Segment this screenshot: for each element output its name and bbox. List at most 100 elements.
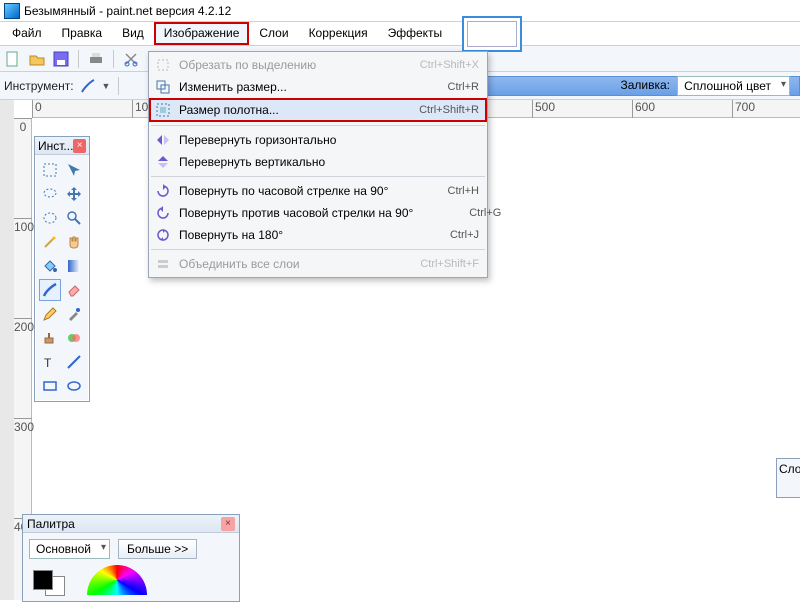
menu-item-shortcut: Ctrl+J — [399, 229, 479, 241]
tool-recolor[interactable] — [63, 327, 85, 349]
menu-item-label: Перевернуть горизонтально — [179, 133, 391, 147]
menu-item-label: Повернуть по часовой стрелке на 90° — [179, 184, 391, 198]
more-button[interactable]: Больше >> — [118, 539, 197, 559]
menu-item-rotate-ccw[interactable]: Повернуть против часовой стрелки на 90° … — [149, 202, 487, 224]
separator — [113, 50, 114, 68]
menu-separator — [151, 249, 485, 250]
layers-panel-title: Сло — [779, 462, 800, 476]
menu-file[interactable]: Файл — [2, 22, 52, 45]
tool-rectangle[interactable] — [39, 375, 61, 397]
ruler-tick: 300 — [14, 418, 32, 434]
rotate-ccw-icon — [155, 205, 171, 221]
tool-lasso[interactable] — [39, 183, 61, 205]
menu-image[interactable]: Изображение — [154, 22, 250, 45]
tools-panel-title-bar[interactable]: Инст... × — [35, 137, 89, 155]
ruler-tick: 600 — [632, 100, 655, 118]
tool-move-selection[interactable] — [63, 159, 85, 181]
primary-color-swatch[interactable] — [33, 570, 53, 590]
ruler-tick: 700 — [732, 100, 755, 118]
menu-edit[interactable]: Правка — [52, 22, 113, 45]
menu-item-shortcut: Ctrl+H — [399, 185, 479, 197]
left-edge — [0, 100, 14, 600]
menu-item-label: Размер полотна... — [179, 103, 391, 117]
ruler-tick: 0 — [32, 100, 42, 118]
palette-title-bar[interactable]: Палитра × — [23, 515, 239, 533]
close-icon[interactable]: × — [221, 517, 235, 531]
image-menu-dropdown: Обрезать по выделению Ctrl+Shift+X Измен… — [148, 51, 488, 278]
tool-ellipse[interactable] — [63, 375, 85, 397]
menu-effects[interactable]: Эффекты — [378, 22, 453, 45]
flatten-icon — [155, 256, 171, 272]
tool-bucket[interactable] — [39, 255, 61, 277]
tools-panel-title: Инст... — [38, 139, 73, 153]
title-bar: Безымянный - paint.net версия 4.2.12 — [0, 0, 800, 22]
menu-item-flatten: Объединить все слои Ctrl+Shift+F — [149, 253, 487, 275]
menu-item-label: Объединить все слои — [179, 257, 391, 271]
document-thumbnail[interactable] — [462, 16, 522, 52]
menu-separator — [151, 176, 485, 177]
tool-eraser[interactable] — [63, 279, 85, 301]
cut-icon[interactable] — [122, 50, 140, 68]
tool-pan[interactable] — [63, 231, 85, 253]
tool-zoom[interactable] — [63, 207, 85, 229]
separator — [78, 50, 79, 68]
ruler-tick: 200 — [14, 318, 32, 334]
menu-item-canvas-size[interactable]: Размер полотна... Ctrl+Shift+R — [149, 98, 487, 122]
color-wheel[interactable] — [87, 565, 147, 595]
separator — [118, 77, 119, 95]
print-icon[interactable] — [87, 50, 105, 68]
rotate-cw-icon — [155, 183, 171, 199]
tools-panel: Инст... × T — [34, 136, 90, 402]
menu-correction[interactable]: Коррекция — [299, 22, 378, 45]
menu-item-shortcut: Ctrl+Shift+R — [399, 104, 479, 116]
ruler-tick: 500 — [532, 100, 555, 118]
menu-view[interactable]: Вид — [112, 22, 154, 45]
save-file-icon[interactable] — [52, 50, 70, 68]
tool-clone[interactable] — [39, 327, 61, 349]
menu-item-label: Повернуть на 180° — [179, 228, 391, 242]
tool-gradient[interactable] — [63, 255, 85, 277]
new-file-icon[interactable] — [4, 50, 22, 68]
tool-brush[interactable] — [39, 279, 61, 301]
rotate-180-icon — [155, 227, 171, 243]
menu-item-flip-horizontal[interactable]: Перевернуть горизонтально — [149, 129, 487, 151]
palette-title: Палитра — [27, 517, 75, 531]
window-title: Безымянный - paint.net версия 4.2.12 — [24, 4, 231, 18]
fill-mode-combo[interactable]: Сплошной цвет — [677, 76, 790, 96]
menu-item-shortcut: Ctrl+Shift+X — [399, 59, 479, 71]
tool-text[interactable]: T — [39, 351, 61, 373]
palette-panel: Палитра × Основной Больше >> — [22, 514, 240, 602]
close-icon[interactable]: × — [73, 139, 86, 153]
menu-item-resize[interactable]: Изменить размер... Ctrl+R — [149, 76, 487, 98]
menu-item-shortcut: Ctrl+G — [421, 207, 501, 219]
color-mode-combo[interactable]: Основной — [29, 539, 110, 559]
menu-bar: Файл Правка Вид Изображение Слои Коррекц… — [0, 22, 800, 46]
flip-vertical-icon — [155, 154, 171, 170]
tool-rect-select[interactable] — [39, 159, 61, 181]
tool-dropdown-chevron-icon[interactable]: ▼ — [102, 81, 111, 91]
tool-move-pixels[interactable] — [63, 183, 85, 205]
brush-tool-icon[interactable] — [80, 78, 96, 94]
layers-panel-peek[interactable]: Сло — [776, 458, 800, 498]
menu-separator — [151, 125, 485, 126]
tool-line[interactable] — [63, 351, 85, 373]
menu-item-rotate-180[interactable]: Повернуть на 180° Ctrl+J — [149, 224, 487, 246]
menu-item-rotate-cw[interactable]: Повернуть по часовой стрелке на 90° Ctrl… — [149, 180, 487, 202]
color-swatches[interactable] — [33, 570, 73, 590]
tool-pencil[interactable] — [39, 303, 61, 325]
tool-ellipse-select[interactable] — [39, 207, 61, 229]
fill-label: Заливка: — [620, 78, 670, 92]
svg-text:T: T — [44, 356, 52, 370]
crop-icon — [155, 57, 171, 73]
app-logo-icon — [4, 3, 20, 19]
tool-magic-wand[interactable] — [39, 231, 61, 253]
menu-item-crop: Обрезать по выделению Ctrl+Shift+X — [149, 54, 487, 76]
menu-item-label: Перевернуть вертикально — [179, 155, 391, 169]
tool-color-picker[interactable] — [63, 303, 85, 325]
menu-item-label: Повернуть против часовой стрелки на 90° — [179, 206, 413, 220]
menu-item-flip-vertical[interactable]: Перевернуть вертикально — [149, 151, 487, 173]
canvas-size-icon — [155, 102, 171, 118]
open-file-icon[interactable] — [28, 50, 46, 68]
resize-icon — [155, 79, 171, 95]
menu-layers[interactable]: Слои — [249, 22, 298, 45]
